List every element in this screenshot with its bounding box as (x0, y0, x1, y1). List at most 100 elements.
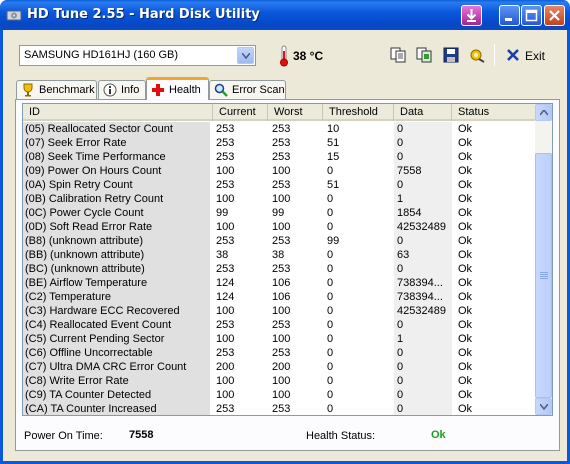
attribute-id: (CA) TA Counter Increased (23, 402, 210, 415)
attribute-status: Ok (458, 403, 473, 415)
table-row[interactable]: (C7) Ultra DMA CRC Error Count 200 200 0 0 Ok (23, 360, 537, 374)
drive-select-value: SAMSUNG HD161HJ (160 GB) (24, 49, 179, 61)
attribute-worst: 200 (272, 361, 291, 373)
attribute-current: 253 (216, 235, 235, 247)
column-header-current[interactable]: Current (213, 104, 268, 121)
attribute-status: Ok (458, 207, 473, 219)
attribute-current: 100 (216, 221, 235, 233)
download-button[interactable] (461, 5, 482, 26)
scroll-down-button[interactable] (535, 398, 552, 415)
drive-select-dropdown-button[interactable] (237, 47, 254, 64)
attribute-id: (BB) (unknown attribute) (23, 248, 210, 262)
table-row[interactable]: (05) Reallocated Sector Count 253 253 10 0 Ok (23, 122, 537, 136)
attribute-current: 100 (216, 165, 235, 177)
attribute-current: 253 (216, 403, 235, 415)
table-row[interactable]: (08) Seek Time Performance 253 253 15 0 Ok (23, 150, 537, 164)
attribute-data: 0 (397, 151, 404, 163)
table-row[interactable]: (C6) Offline Uncorrectable 253 253 0 0 Ok (23, 346, 537, 360)
maximize-button[interactable] (521, 5, 542, 26)
attribute-id: (07) Seek Error Rate (23, 136, 210, 150)
attribute-data: 1 (397, 193, 404, 205)
attribute-threshold: 0 (327, 207, 334, 219)
attribute-id: (09) Power On Hours Count (23, 164, 210, 178)
attribute-current: 253 (216, 137, 235, 149)
attribute-threshold: 15 (327, 151, 340, 163)
attribute-data: 0 (397, 319, 404, 331)
vertical-scrollbar[interactable] (535, 104, 552, 415)
table-row[interactable]: (BE) Airflow Temperature 124 106 0 738394...… (23, 276, 537, 290)
attribute-worst: 253 (272, 403, 291, 415)
scroll-up-button[interactable] (535, 104, 552, 121)
tab-error-scan[interactable]: Error Scan (209, 80, 286, 99)
table-row[interactable]: (C3) Hardware ECC Recovered 100 100 0 425324… (23, 304, 537, 318)
attribute-id: (05) Reallocated Sector Count (23, 122, 210, 136)
attribute-threshold: 51 (327, 179, 340, 191)
exit-label: Exit (525, 49, 546, 63)
table-row[interactable]: (C9) TA Counter Detected 100 100 0 0 Ok (23, 388, 537, 402)
table-row[interactable]: (0B) Calibration Retry Count 100 100 0 1 Ok (23, 192, 537, 206)
tab-info[interactable]: Info (98, 80, 146, 99)
attribute-id: (0D) Soft Read Error Rate (23, 220, 210, 234)
window-title: HD Tune 2.55 - Hard Disk Utility (27, 7, 260, 22)
table-row[interactable]: (BB) (unknown attribute) 38 38 0 63 Ok (23, 248, 537, 262)
attribute-current: 200 (216, 361, 235, 373)
table-row[interactable]: (09) Power On Hours Count 100 100 0 7558 Ok (23, 164, 537, 178)
magnifier-icon (214, 83, 228, 97)
table-row[interactable]: (0A) Spin Retry Count 253 253 51 0 Ok (23, 178, 537, 192)
copy-icon[interactable] (390, 47, 406, 63)
column-header-data[interactable]: Data (394, 104, 452, 121)
attribute-data: 0 (397, 361, 404, 373)
title-bar[interactable]: HD Tune 2.55 - Hard Disk Utility (0, 0, 570, 30)
toolbar-separator (494, 44, 495, 66)
tab-benchmark[interactable]: Benchmark (16, 80, 97, 99)
minimize-button[interactable] (499, 5, 520, 26)
tab-health[interactable]: Health (146, 77, 209, 100)
table-row[interactable]: (0C) Power Cycle Count 99 99 0 1854 Ok (23, 206, 537, 220)
download-arrow-icon (466, 9, 477, 22)
attribute-worst: 100 (272, 375, 291, 387)
table-row[interactable]: (C2) Temperature 124 106 0 738394... Ok (23, 290, 537, 304)
attribute-data: 0 (397, 347, 404, 359)
table-row[interactable]: (BC) (unknown attribute) 253 253 0 0 Ok (23, 262, 537, 276)
list-header: ID Current Worst Threshold Data Status (23, 104, 537, 121)
attribute-worst: 100 (272, 193, 291, 205)
table-row[interactable]: (0D) Soft Read Error Rate 100 100 0 42532489… (23, 220, 537, 234)
attribute-data: 0 (397, 179, 404, 191)
column-header-status[interactable]: Status (452, 104, 537, 121)
column-header-id[interactable]: ID (23, 104, 213, 121)
attribute-current: 124 (216, 277, 235, 289)
attribute-id: (C5) Current Pending Sector (23, 332, 210, 346)
attribute-threshold: 0 (327, 165, 334, 177)
smart-attributes-list[interactable]: ID Current Worst Threshold Data Status (… (22, 103, 553, 416)
attribute-threshold: 0 (327, 333, 334, 345)
drive-select[interactable]: SAMSUNG HD161HJ (160 GB) (19, 45, 256, 66)
attribute-data: 0 (397, 263, 404, 275)
attribute-worst: 106 (272, 291, 291, 303)
tab-info-label: Info (121, 84, 140, 96)
scroll-thumb[interactable] (535, 153, 552, 398)
attribute-status: Ok (458, 123, 473, 135)
health-cross-icon (152, 84, 164, 96)
attribute-id: (0A) Spin Retry Count (23, 178, 210, 192)
maximize-icon (525, 9, 538, 22)
table-row[interactable]: (C5) Current Pending Sector 100 100 0 1 Ok (23, 332, 537, 346)
close-button[interactable] (544, 5, 565, 26)
hdtune-app-icon[interactable] (6, 7, 22, 23)
table-row[interactable]: (B8) (unknown attribute) 253 253 99 0 Ok (23, 234, 537, 248)
attribute-current: 253 (216, 123, 235, 135)
table-row[interactable]: (C4) Reallocated Event Count 253 253 0 0 Ok (23, 318, 537, 332)
attribute-threshold: 10 (327, 123, 340, 135)
save-icon[interactable] (443, 47, 459, 63)
thumb-grip (540, 272, 548, 273)
attribute-data: 0 (397, 403, 404, 415)
chevron-up-icon (540, 110, 548, 116)
table-row[interactable]: (07) Seek Error Rate 253 253 51 0 Ok (23, 136, 537, 150)
table-row[interactable]: (C8) Write Error Rate 100 100 0 0 Ok (23, 374, 537, 388)
options-icon[interactable] (469, 47, 485, 63)
thumb-grip (540, 276, 548, 277)
attribute-data: 42532489 (397, 305, 446, 317)
table-row[interactable]: (CA) TA Counter Increased 253 253 0 0 Ok (23, 402, 537, 415)
column-header-worst[interactable]: Worst (268, 104, 323, 121)
copy-info-icon[interactable] (416, 47, 432, 63)
column-header-threshold[interactable]: Threshold (323, 104, 394, 121)
